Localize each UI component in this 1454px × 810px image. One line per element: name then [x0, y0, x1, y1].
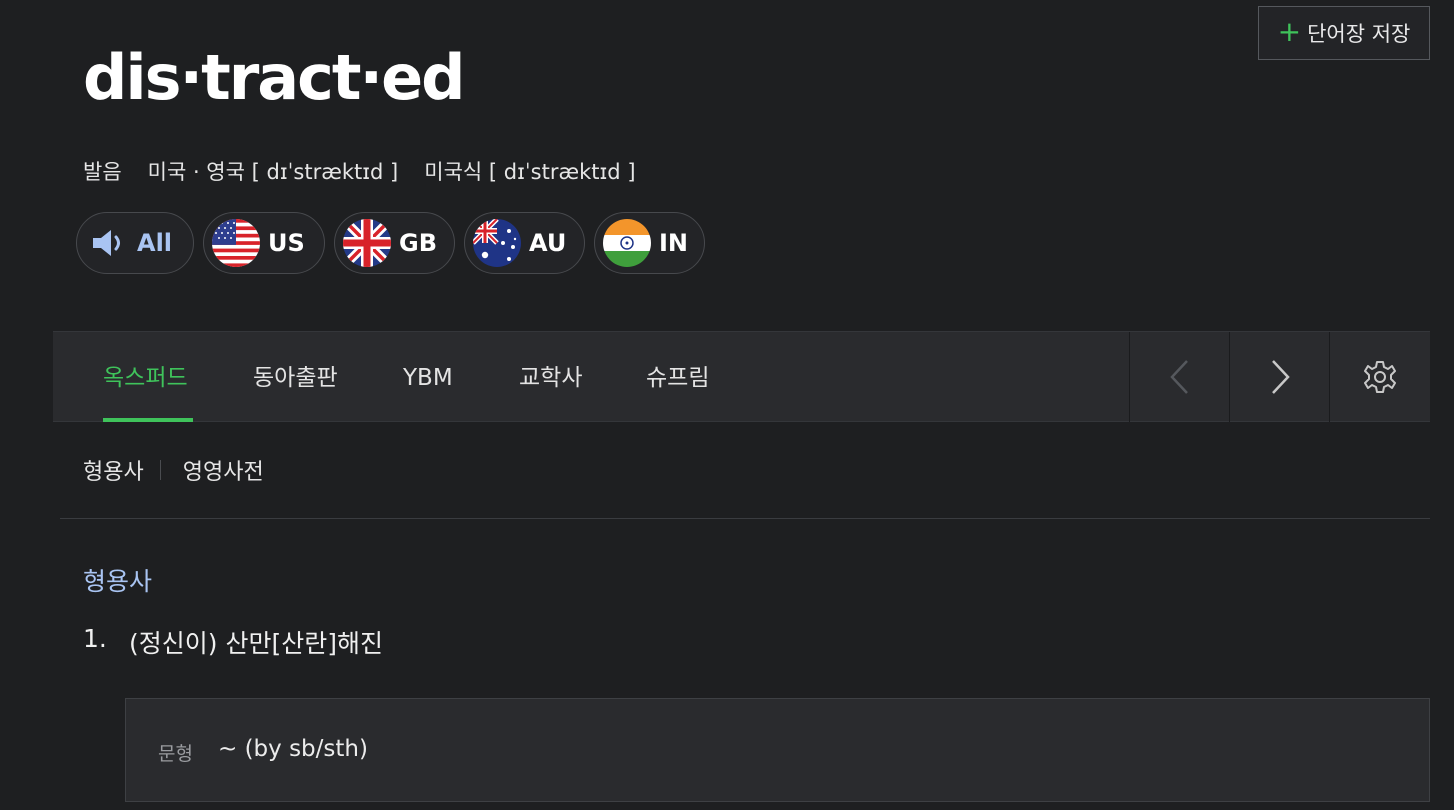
pronunciation-us: 미국식 [ dɪˈstræktɪd ]: [424, 156, 635, 186]
audio-code: GB: [399, 229, 437, 257]
active-tab-indicator: [103, 418, 193, 422]
subtab-divider: [159, 460, 161, 480]
save-to-wordbook-label: 단어장 저장: [1307, 22, 1411, 46]
chevron-right-icon: [1272, 360, 1290, 394]
speaker-icon: [93, 230, 120, 256]
play-gb-button[interactable]: GB: [334, 212, 455, 274]
save-to-wordbook-button[interactable]: + 단어장 저장: [1258, 6, 1430, 60]
next-dictionary-button[interactable]: [1229, 332, 1330, 422]
play-us-button[interactable]: US: [203, 212, 325, 274]
audio-code: AU: [529, 229, 567, 257]
pronunciation-ipa: [ dɪˈstræktɪd ]: [251, 160, 399, 184]
audio-code: US: [268, 229, 305, 257]
tab-supreme[interactable]: 슈프림: [646, 332, 709, 422]
pronunciation-ipa: [ dɪˈstræktɪd ]: [488, 160, 636, 184]
pronunciation-line: 발음 미국 · 영국 [ dɪˈstræktɪd ] 미국식 [ dɪˈstræ…: [83, 156, 636, 186]
chevron-left-icon: [1170, 360, 1188, 394]
tab-kyohaksa[interactable]: 교학사: [519, 332, 582, 422]
pronunciation-label: 발음: [83, 160, 122, 184]
play-all-button[interactable]: All: [76, 212, 194, 274]
sense-number: 1.: [83, 624, 107, 653]
subtabs: 형용사 영영사전: [83, 454, 264, 486]
part-of-speech-heading: 형용사: [83, 567, 153, 596]
audio-code: IN: [658, 229, 688, 257]
prev-dictionary-button[interactable]: [1129, 332, 1230, 422]
subtab-adjective[interactable]: 형용사: [83, 454, 144, 486]
pronunciation-region: 미국 · 영국: [147, 160, 245, 184]
settings-button[interactable]: [1329, 332, 1430, 422]
gear-icon: [1364, 361, 1396, 393]
in-flag-icon: [603, 219, 651, 267]
pattern-value: ~ (by sb/sth): [218, 736, 368, 762]
pronunciation-region: 미국식: [424, 160, 483, 184]
audio-code: All: [137, 229, 173, 257]
pattern-label: 문형: [158, 743, 193, 765]
us-flag-icon: [212, 219, 260, 267]
play-in-button[interactable]: IN: [594, 212, 705, 274]
plus-icon: +: [1277, 15, 1302, 48]
pronunciation-us-uk: 미국 · 영국 [ dɪˈstræktɪd ]: [148, 156, 399, 186]
au-flag-icon: [473, 219, 521, 267]
sense-definition: (정신이) 산만[산란]해진: [129, 629, 383, 658]
gb-flag-icon: [343, 219, 391, 267]
subtab-english-english[interactable]: 영영사전: [183, 454, 264, 486]
sense-item: 1. (정신이) 산만[산란]해진: [83, 624, 383, 660]
play-au-button[interactable]: AU: [464, 212, 585, 274]
tab-ybm[interactable]: YBM: [403, 332, 453, 422]
tab-oxford[interactable]: 옥스퍼드: [103, 332, 188, 422]
divider: [60, 518, 1430, 519]
dictionary-tabbar: 옥스퍼드 동아출판 YBM 교학사 슈프림: [53, 331, 1430, 422]
sentence-pattern-box: 문형 ~ (by sb/sth): [125, 698, 1430, 802]
audio-buttons: All US GB AU IN: [76, 212, 705, 274]
tab-donga[interactable]: 동아출판: [253, 332, 338, 422]
headword: dis·tract·ed: [83, 41, 466, 114]
